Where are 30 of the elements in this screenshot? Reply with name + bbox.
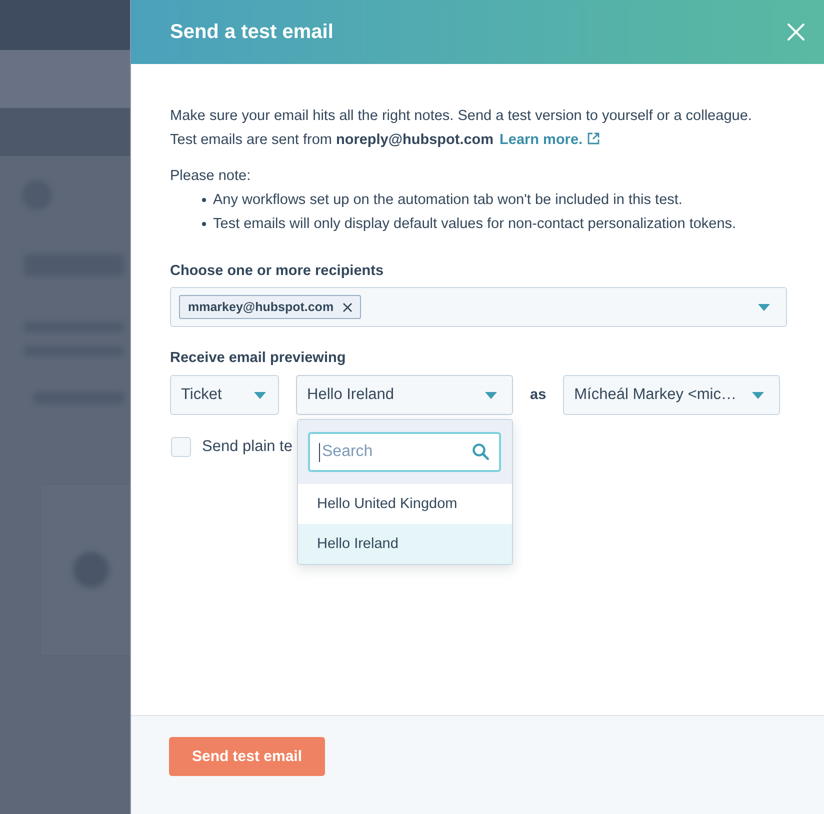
caret-icon <box>752 392 764 398</box>
bullet-icon <box>202 198 206 202</box>
recipients-field[interactable]: mmarkey@hubspot.com <box>170 287 787 327</box>
close-icon <box>787 23 805 41</box>
note-text: Test emails will only display default values for non-contact personalization tokens. <box>213 215 736 234</box>
record-select[interactable]: Hello Ireland <box>296 375 513 415</box>
caret-icon <box>485 392 497 398</box>
search-icon <box>472 443 489 460</box>
contact-select[interactable]: Mícheál Markey <mic… <box>563 375 780 415</box>
recipient-email: mmarkey@hubspot.com <box>188 300 334 314</box>
bullet-icon <box>202 222 206 226</box>
recipients-label: Choose one or more recipients <box>170 262 385 281</box>
dialog-title: Send a test email <box>170 20 334 44</box>
dropdown-option[interactable]: Hello United Kingdom <box>298 484 512 524</box>
checkbox-label: Send plain te <box>202 438 292 456</box>
preview-label: Receive email previewing <box>170 349 347 368</box>
caret-icon <box>758 304 770 310</box>
object-type-select[interactable]: Ticket <box>170 375 279 415</box>
external-link-icon <box>586 132 600 145</box>
caret-icon <box>254 392 266 398</box>
note-text: Any workflows set up on the automation tab won't be included in this test. <box>213 191 682 210</box>
note-label: Please note: <box>170 167 252 186</box>
close-button[interactable] <box>787 23 805 41</box>
intro-paragraph: Make sure your email hits all the right notes. Send a test version to yourself or a colleague. Test emails are sent from noreply@hubspot.com Learn more. <box>170 107 753 150</box>
as-label: as <box>530 387 546 403</box>
remove-icon[interactable] <box>342 302 352 312</box>
learn-more-link[interactable]: Learn more. <box>500 132 600 148</box>
search-field[interactable]: Search <box>308 432 501 472</box>
checkbox[interactable] <box>171 437 191 457</box>
dropdown-option[interactable]: Hello Ireland <box>298 524 512 564</box>
